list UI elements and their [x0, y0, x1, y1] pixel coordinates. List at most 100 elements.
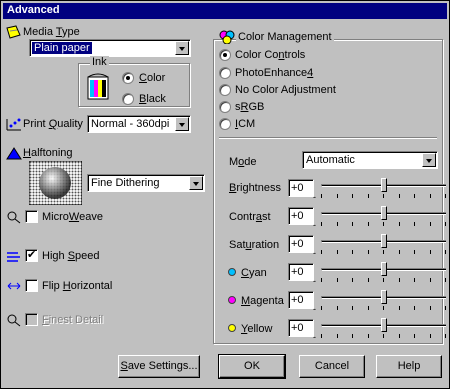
- high-speed-icon: [7, 252, 20, 262]
- slider-tick: [368, 222, 369, 226]
- magenta-dot-icon: [228, 296, 236, 304]
- ink-color-label[interactable]: Color: [139, 72, 165, 84]
- chevron-down-icon[interactable]: [175, 117, 189, 131]
- slider-tick: [321, 334, 322, 338]
- microweave-label[interactable]: MicroWeave: [42, 211, 103, 223]
- slider-tick: [321, 306, 322, 310]
- slider-thumb[interactable]: [380, 290, 387, 304]
- slider-tick: [352, 222, 353, 226]
- ok-button[interactable]: OK: [218, 354, 286, 379]
- finest-detail-checkbox[interactable]: [25, 313, 38, 326]
- color-controls-label[interactable]: Color Controls: [235, 49, 305, 61]
- no-color-adjustment-label[interactable]: No Color Adjustment: [235, 84, 336, 96]
- help-button[interactable]: Help: [376, 355, 442, 378]
- slider-thumb[interactable]: [380, 178, 387, 192]
- ink-color-radio[interactable]: [122, 72, 134, 84]
- cyan-label: Cyan: [241, 267, 267, 279]
- saturation-label: Saturation: [229, 239, 280, 251]
- magenta-value-field[interactable]: +0: [288, 291, 314, 309]
- slider-tick: [399, 250, 400, 254]
- slider-tick: [337, 250, 338, 254]
- media-type-label: Media Type: [23, 26, 80, 38]
- magenta-slider[interactable]: -+: [313, 290, 446, 314]
- saturation-value-field[interactable]: +0: [288, 235, 314, 253]
- media-type-select[interactable]: Plain paper: [29, 39, 191, 57]
- ink-cartridge-icon: [87, 73, 109, 100]
- no-color-adjustment-radio[interactable]: [219, 84, 231, 96]
- high-speed-checkbox[interactable]: [25, 248, 38, 262]
- flip-horizontal-checkbox[interactable]: [25, 279, 38, 292]
- slider-tick: [352, 334, 353, 338]
- srgb-label[interactable]: sRGB: [235, 101, 264, 113]
- yellow-slider[interactable]: -+: [313, 318, 446, 342]
- magenta-label: Magenta: [241, 295, 284, 307]
- slider-tick: [414, 334, 415, 338]
- slider-tick: [368, 334, 369, 338]
- cyan-value-field[interactable]: +0: [288, 263, 314, 281]
- brightness-value-field[interactable]: +0: [288, 179, 314, 197]
- slider-tick: [383, 222, 384, 226]
- finest-detail-icon: [7, 314, 21, 327]
- color-management-icon: [219, 30, 235, 44]
- print-quality-label: Print Quality: [23, 118, 83, 130]
- ink-black-radio[interactable]: [122, 93, 134, 105]
- chevron-down-icon[interactable]: [189, 176, 203, 190]
- save-settings-button[interactable]: Save Settings...: [118, 355, 200, 378]
- high-speed-label[interactable]: High Speed: [42, 250, 100, 262]
- slider-tick: [445, 250, 446, 254]
- slider-tick: [399, 306, 400, 310]
- icm-radio[interactable]: [219, 118, 231, 130]
- advanced-dialog: Advanced Media Type Plain paper Ink Colo…: [0, 0, 450, 389]
- slider-tick: [399, 278, 400, 282]
- mode-select[interactable]: Automatic: [302, 151, 438, 169]
- slider-tick: [321, 194, 322, 198]
- contrast-slider[interactable]: -+: [313, 206, 446, 230]
- slider-tick: [430, 222, 431, 226]
- cancel-button[interactable]: Cancel: [299, 355, 365, 378]
- chevron-down-icon[interactable]: [422, 153, 436, 167]
- slider-tick: [430, 334, 431, 338]
- halftoning-icon: [6, 147, 22, 160]
- slider-tick: [399, 334, 400, 338]
- yellow-value-field[interactable]: +0: [288, 319, 314, 337]
- color-controls-radio[interactable]: [219, 49, 231, 61]
- finest-detail-label: Finest Detail: [42, 314, 104, 326]
- slider-tick: [383, 306, 384, 310]
- print-quality-value: Normal - 360dpi: [91, 118, 170, 130]
- slider-tick: [383, 334, 384, 338]
- media-type-value: Plain paper: [32, 42, 92, 54]
- slider-thumb[interactable]: [380, 318, 387, 332]
- saturation-slider[interactable]: -+: [313, 234, 446, 258]
- slider-thumb[interactable]: [380, 206, 387, 220]
- slider-tick: [430, 250, 431, 254]
- chevron-down-icon[interactable]: [175, 41, 189, 55]
- brightness-label: Brightness: [229, 182, 281, 194]
- slider-tick: [445, 194, 446, 198]
- slider-tick: [399, 194, 400, 198]
- ink-black-label[interactable]: Black: [139, 93, 166, 105]
- yellow-label: Yellow: [241, 323, 273, 335]
- microweave-checkbox[interactable]: [25, 210, 38, 223]
- mode-value: Automatic: [306, 154, 355, 166]
- slider-thumb[interactable]: [380, 262, 387, 276]
- brightness-slider[interactable]: -+: [313, 178, 446, 202]
- slider-tick: [337, 222, 338, 226]
- icm-label[interactable]: ICM: [235, 118, 255, 130]
- halftoning-label: Halftoning: [23, 147, 73, 159]
- slider-tick: [337, 194, 338, 198]
- flip-horizontal-label[interactable]: Flip Horizontal: [42, 280, 112, 292]
- slider-tick: [321, 222, 322, 226]
- slider-tick: [414, 222, 415, 226]
- cyan-slider[interactable]: -+: [313, 262, 446, 286]
- srgb-radio[interactable]: [219, 101, 231, 113]
- divider: [219, 137, 437, 139]
- halftoning-select[interactable]: Fine Dithering: [87, 174, 205, 192]
- photoenhance4-label[interactable]: PhotoEnhance4: [235, 67, 313, 79]
- slider-thumb[interactable]: [380, 234, 387, 248]
- slider-tick: [414, 250, 415, 254]
- contrast-value-field[interactable]: +0: [288, 207, 314, 225]
- slider-tick: [414, 306, 415, 310]
- photoenhance4-radio[interactable]: [219, 67, 231, 79]
- print-quality-select[interactable]: Normal - 360dpi: [87, 115, 191, 133]
- slider-tick: [352, 250, 353, 254]
